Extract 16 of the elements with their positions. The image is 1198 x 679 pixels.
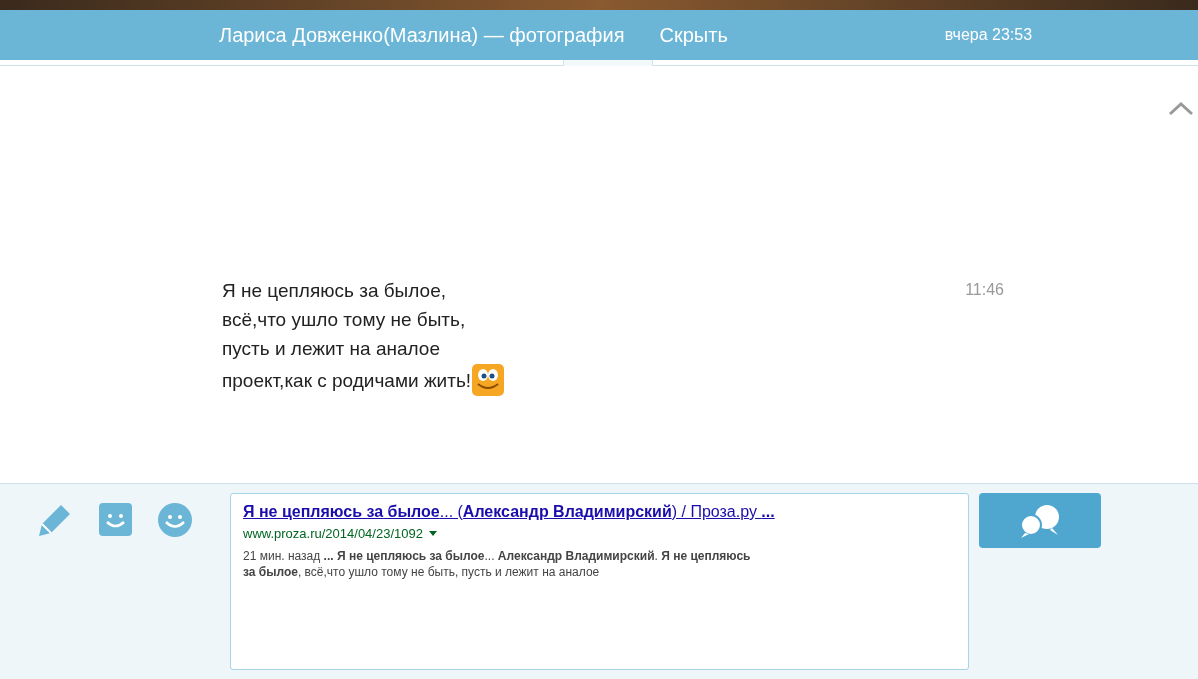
result-snippet: 21 мин. назад ... Я не цепляюсь за былое... Александр Владимирский. Я не цепляюсь за былое, всё,что ушло тому не быть, пусть и лежит на аналое <box>243 547 752 580</box>
dropdown-caret-icon[interactable] <box>428 531 437 537</box>
message-text: Я не цепляюсь за былое, всё,что ушло тому не быть, пусть и лежит на аналое проект,как с родичами жить! <box>222 276 506 397</box>
smiley-icon <box>471 363 506 397</box>
header-time: вчера 23:53 <box>944 25 1033 45</box>
pencil-icon[interactable] <box>37 503 73 537</box>
message-time: 11:46 <box>965 280 1004 300</box>
result-title-link[interactable]: Я не цепляюсь за былое... (Александр Владимирский) / Проза.ру ... <box>243 500 956 524</box>
caret-up-icon[interactable] <box>1168 102 1194 116</box>
header-title[interactable]: Лариса Довженко(Мазлина) — фотография <box>219 20 625 50</box>
smiley-square-icon[interactable] <box>99 503 132 536</box>
smiley-icon[interactable] <box>158 503 192 537</box>
send-button[interactable] <box>979 493 1101 548</box>
result-url: www.proza.ru/2014/04/23/1092 <box>243 525 423 543</box>
message-input-field[interactable] <box>230 493 969 670</box>
hide-link[interactable]: Скрыть <box>659 20 728 50</box>
